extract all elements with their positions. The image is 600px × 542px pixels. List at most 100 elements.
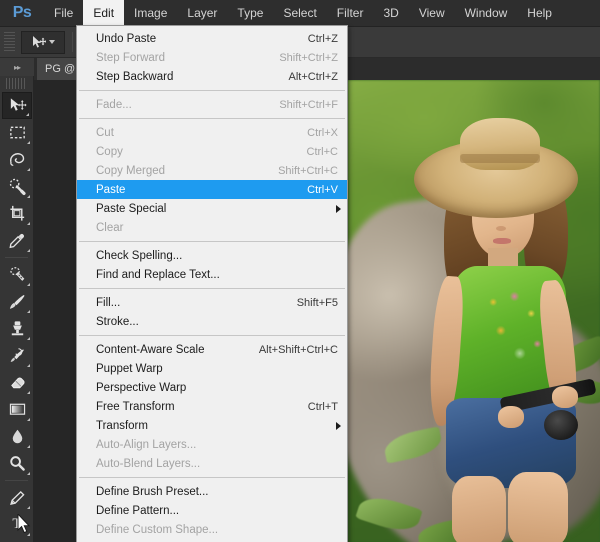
menu-item-label: Cut	[96, 126, 114, 139]
chevron-down-icon[interactable]	[49, 40, 55, 44]
menu-file[interactable]: File	[44, 0, 83, 27]
eyedropper-tool[interactable]	[2, 227, 32, 254]
menu-item-perspective-warp[interactable]: Perspective Warp	[77, 378, 347, 397]
menu-item-step-backward[interactable]: Step Backward Alt+Ctrl+Z	[77, 67, 347, 86]
eraser-tool[interactable]	[2, 369, 32, 396]
menu-item-label: Stroke...	[96, 315, 139, 328]
menu-item-define-brush-preset[interactable]: Define Brush Preset...	[77, 482, 347, 501]
tool-options-corner-icon	[27, 418, 30, 421]
menu-item-free-transform[interactable]: Free Transform Ctrl+T	[77, 397, 347, 416]
menu-item-auto-align-layers: Auto-Align Layers...	[77, 435, 347, 454]
menu-item-fill[interactable]: Fill... Shift+F5	[77, 293, 347, 312]
menu-item-puppet-warp[interactable]: Puppet Warp	[77, 359, 347, 378]
menu-view[interactable]: View	[409, 0, 455, 27]
blur-tool[interactable]	[2, 423, 32, 450]
menu-item-label: Puppet Warp	[96, 362, 163, 375]
menu-item-define-custom-shape: Define Custom Shape...	[77, 520, 347, 539]
menu-item-label: Paste	[96, 183, 126, 196]
menu-separator	[79, 288, 345, 289]
type-tool-glyph: T	[12, 516, 22, 532]
options-bar-grip[interactable]	[4, 32, 15, 52]
brush-tool[interactable]	[2, 288, 32, 315]
lasso-tool[interactable]	[2, 146, 32, 173]
pen-tool[interactable]	[2, 484, 32, 511]
double-chevron-right-icon: ▸▸	[13, 62, 21, 72]
menu-item-shortcut: Ctrl+C	[306, 145, 338, 158]
menu-item-shortcut: Ctrl+V	[307, 183, 338, 196]
menu-item-fade: Fade... Shift+Ctrl+F	[77, 95, 347, 114]
active-tool-preset-button[interactable]	[21, 30, 65, 54]
menu-item-label: Content-Aware Scale	[96, 343, 205, 356]
menu-image[interactable]: Image	[124, 0, 177, 27]
menu-bar-items: File Edit Image Layer Type Select Filter 3D View…	[44, 0, 562, 27]
menu-bar: Ps File Edit Image Layer Type Select Filter 3D V…	[0, 0, 600, 27]
tools-panel-collapse-button[interactable]: ▸▸	[0, 58, 34, 76]
menu-item-label: Define Pattern...	[96, 504, 180, 517]
menu-item-label: Perspective Warp	[96, 381, 187, 394]
rectangular-marquee-tool[interactable]	[2, 119, 32, 146]
tool-options-corner-icon	[27, 168, 30, 171]
menu-type[interactable]: Type	[227, 0, 273, 27]
gradient-tool-icon	[9, 403, 25, 415]
menu-filter[interactable]: Filter	[327, 0, 374, 27]
menu-item-copy: Copy Ctrl+C	[77, 142, 347, 161]
dodge-tool[interactable]	[2, 450, 32, 477]
clone-stamp-tool[interactable]	[2, 315, 32, 342]
tool-options-corner-icon	[27, 195, 30, 198]
blur-tool-icon	[12, 429, 22, 444]
spot-healing-brush-tool[interactable]	[2, 261, 32, 288]
quick-selection-tool[interactable]	[2, 173, 32, 200]
menu-item-label: Define Custom Shape...	[96, 523, 219, 536]
menu-item-undo-paste[interactable]: Undo Paste Ctrl+Z	[77, 29, 347, 48]
fishing-reel	[544, 410, 578, 440]
menu-item-step-forward: Step Forward Shift+Ctrl+Z	[77, 48, 347, 67]
menu-item-paste-special[interactable]: Paste Special	[77, 199, 347, 218]
history-brush-tool-icon	[10, 348, 24, 363]
menu-item-auto-blend-layers: Auto-Blend Layers...	[77, 454, 347, 473]
menu-item-cut: Cut Ctrl+X	[77, 123, 347, 142]
tool-options-corner-icon	[27, 364, 30, 367]
menu-item-label: Auto-Blend Layers...	[96, 457, 201, 470]
move-tool[interactable]	[2, 92, 32, 119]
options-separator-1	[72, 32, 73, 52]
history-brush-tool[interactable]	[2, 342, 32, 369]
menu-item-transform[interactable]: Transform	[77, 416, 347, 435]
path-selection-tool[interactable]	[2, 538, 32, 542]
menu-item-label: Auto-Align Layers...	[96, 438, 197, 451]
clone-stamp-tool-icon	[11, 321, 23, 336]
menu-item-stroke[interactable]: Stroke...	[77, 312, 347, 331]
menu-item-define-pattern[interactable]: Define Pattern...	[77, 501, 347, 520]
tool-options-corner-icon	[27, 337, 30, 340]
photoshop-logo: Ps	[12, 4, 32, 21]
tools-panel: ▸▸ T	[0, 58, 34, 542]
document-image[interactable]	[348, 80, 600, 542]
menu-window[interactable]: Window	[455, 0, 518, 27]
menu-item-label: Undo Paste	[96, 32, 157, 45]
menu-item-find-and-replace-text[interactable]: Find and Replace Text...	[77, 265, 347, 284]
tools-panel-grip[interactable]	[6, 78, 27, 89]
tool-options-corner-icon	[27, 533, 30, 536]
photoshop-window: Ps File Edit Image Layer Type Select Filter 3D V…	[0, 0, 600, 542]
menu-item-copy-merged: Copy Merged Shift+Ctrl+C	[77, 161, 347, 180]
edit-menu-dropdown[interactable]: Undo Paste Ctrl+Z Step Forward Shift+Ctrl+Z…	[76, 25, 348, 542]
menu-edit[interactable]: Edit	[83, 0, 125, 27]
menu-item-shortcut: Alt+Ctrl+Z	[288, 70, 338, 83]
menu-item-paste[interactable]: Paste Ctrl+V	[77, 180, 347, 199]
hand-left	[498, 406, 524, 428]
menu-item-label: Clear	[96, 221, 124, 234]
menu-3d[interactable]: 3D	[373, 0, 408, 27]
menu-layer[interactable]: Layer	[177, 0, 227, 27]
nose	[496, 226, 506, 231]
menu-help[interactable]: Help	[517, 0, 562, 27]
crop-tool[interactable]	[2, 200, 32, 227]
quick-selection-tool-icon	[9, 178, 26, 196]
menu-item-label: Define Brush Preset...	[96, 485, 209, 498]
menu-item-check-spelling[interactable]: Check Spelling...	[77, 246, 347, 265]
gradient-tool[interactable]	[2, 396, 32, 423]
menu-item-label: Find and Replace Text...	[96, 268, 220, 281]
type-tool[interactable]: T	[2, 511, 32, 538]
menu-separator	[79, 90, 345, 91]
menu-item-content-aware-scale[interactable]: Content-Aware Scale Alt+Shift+Ctrl+C	[77, 340, 347, 359]
leg-right	[508, 472, 568, 542]
menu-select[interactable]: Select	[273, 0, 326, 27]
